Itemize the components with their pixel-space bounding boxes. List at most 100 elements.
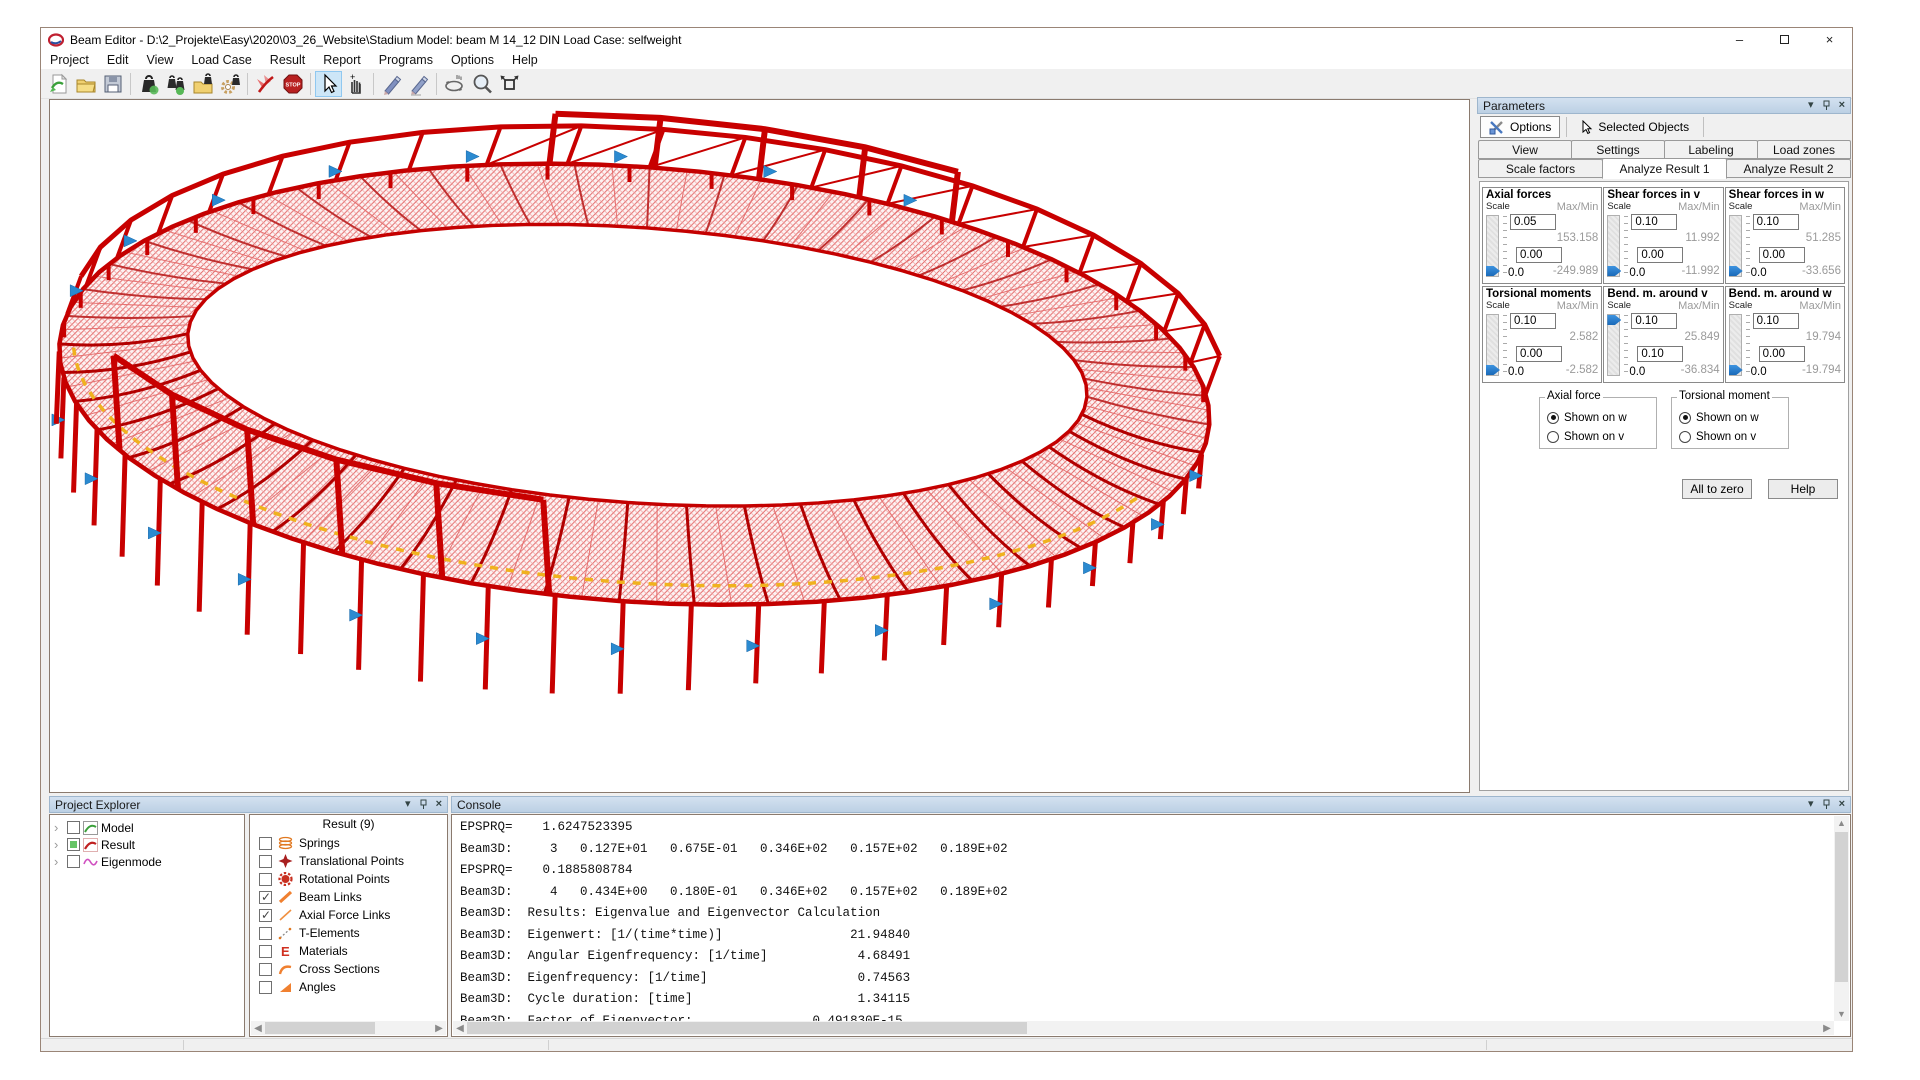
- options-button[interactable]: Options: [1480, 116, 1560, 138]
- new-model-button[interactable]: [45, 71, 72, 97]
- title-bar[interactable]: Beam Editor - D:\2_Projekte\Easy\2020\03…: [41, 28, 1852, 51]
- dropdown-icon[interactable]: ▾: [1808, 100, 1814, 111]
- scale-min-input[interactable]: [1637, 346, 1683, 362]
- parameters-title-bar[interactable]: Parameters ▾ ×: [1477, 97, 1851, 114]
- console-output[interactable]: EPSPRQ= 1.6247523395 Beam3D: 3 0.127E+01…: [451, 814, 1851, 1037]
- slider-thumb[interactable]: [1486, 365, 1500, 375]
- angles-checkbox[interactable]: [259, 981, 272, 994]
- dropdown-icon[interactable]: ▾: [405, 799, 411, 810]
- scale-min-input[interactable]: [1759, 346, 1805, 362]
- orbit-tool-button[interactable]: [441, 71, 468, 97]
- slider-thumb[interactable]: [1729, 266, 1743, 276]
- radio-icon[interactable]: [1679, 412, 1691, 424]
- close-panel-icon[interactable]: ×: [436, 799, 442, 810]
- maximize-button[interactable]: [1762, 28, 1807, 51]
- tree-item-result[interactable]: › Result: [50, 836, 244, 853]
- tab-labeling[interactable]: Labeling: [1664, 140, 1758, 159]
- list-item-translational-points[interactable]: Translational Points: [250, 852, 447, 870]
- calculate-button[interactable]: [252, 71, 279, 97]
- axial-shown-on-v[interactable]: Shown on v: [1547, 427, 1656, 446]
- scrollbar-thumb[interactable]: [265, 1022, 375, 1034]
- menu-help[interactable]: Help: [503, 51, 547, 69]
- list-item-beam-links[interactable]: Beam Links: [250, 888, 447, 906]
- scrollbar-thumb[interactable]: [1835, 832, 1848, 982]
- scale-max-input[interactable]: [1510, 214, 1556, 230]
- rotational-checkbox[interactable]: [259, 873, 272, 886]
- zoom-tool-button[interactable]: [468, 71, 495, 97]
- slider-thumb[interactable]: [1607, 266, 1621, 276]
- slider-thumb[interactable]: [1729, 365, 1743, 375]
- scale-slider[interactable]: [1607, 215, 1620, 277]
- draw-beam-button[interactable]: [378, 71, 405, 97]
- tab-analyze-result-1[interactable]: Analyze Result 1: [1602, 158, 1727, 179]
- model-checkbox[interactable]: [67, 821, 80, 834]
- pin-icon[interactable]: [1822, 100, 1831, 111]
- viewport-3d[interactable]: [49, 99, 1470, 793]
- scroll-right-icon[interactable]: ▶: [432, 1023, 446, 1034]
- scale-max-input[interactable]: [1631, 214, 1677, 230]
- tab-settings[interactable]: Settings: [1571, 140, 1665, 159]
- scale-slider[interactable]: [1486, 314, 1499, 376]
- scale-max-input[interactable]: [1631, 313, 1677, 329]
- close-panel-icon[interactable]: ×: [1839, 799, 1845, 810]
- scale-min-input[interactable]: [1516, 247, 1562, 263]
- console-vertical-scrollbar[interactable]: ▲ ▼: [1834, 816, 1849, 1021]
- springs-checkbox[interactable]: [259, 837, 272, 850]
- translational-checkbox[interactable]: [259, 855, 272, 868]
- beam-links-checkbox[interactable]: [259, 891, 272, 904]
- list-item-materials[interactable]: E Materials: [250, 942, 447, 960]
- tab-load-zones[interactable]: Load zones: [1757, 140, 1851, 159]
- torsional-shown-on-w[interactable]: Shown on w: [1679, 408, 1788, 427]
- scale-max-input[interactable]: [1753, 313, 1799, 329]
- expand-icon[interactable]: ›: [54, 820, 64, 835]
- tab-view[interactable]: View: [1478, 140, 1572, 159]
- list-item-rotational-points[interactable]: Rotational Points: [250, 870, 447, 888]
- open-load-case-button[interactable]: [189, 71, 216, 97]
- save-button[interactable]: [99, 71, 126, 97]
- axial-shown-on-w[interactable]: Shown on w: [1547, 408, 1656, 427]
- console-horizontal-scrollbar[interactable]: ◀ ▶: [453, 1021, 1834, 1035]
- menu-view[interactable]: View: [137, 51, 182, 69]
- all-to-zero-button[interactable]: All to zero: [1682, 479, 1752, 499]
- dropdown-icon[interactable]: ▾: [1808, 799, 1814, 810]
- radio-icon[interactable]: [1679, 431, 1691, 443]
- close-panel-icon[interactable]: ×: [1839, 100, 1845, 111]
- radio-icon[interactable]: [1547, 431, 1559, 443]
- fit-view-button[interactable]: [495, 71, 522, 97]
- stop-button[interactable]: STOP: [279, 71, 306, 97]
- menu-options[interactable]: Options: [442, 51, 503, 69]
- list-item-axial-force-links[interactable]: Axial Force Links: [250, 906, 447, 924]
- menu-edit[interactable]: Edit: [98, 51, 138, 69]
- scale-slider[interactable]: [1729, 215, 1742, 277]
- menu-report[interactable]: Report: [314, 51, 370, 69]
- expand-icon[interactable]: ›: [54, 837, 64, 852]
- scale-slider[interactable]: [1729, 314, 1742, 376]
- scroll-left-icon[interactable]: ◀: [251, 1023, 265, 1034]
- tree-item-eigenmode[interactable]: › Eigenmode: [50, 853, 244, 870]
- list-item-cross-sections[interactable]: Cross Sections: [250, 960, 447, 978]
- console-title-bar[interactable]: Console ▾ ×: [451, 796, 1851, 813]
- materials-checkbox[interactable]: [259, 945, 272, 958]
- draw-beam-alt-button[interactable]: [405, 71, 432, 97]
- scale-min-input[interactable]: [1759, 247, 1805, 263]
- menu-project[interactable]: Project: [41, 51, 98, 69]
- pan-tool-button[interactable]: +: [342, 71, 369, 97]
- tab-scale-factors[interactable]: Scale factors: [1478, 159, 1603, 178]
- scale-slider[interactable]: [1486, 215, 1499, 277]
- expand-icon[interactable]: ›: [54, 854, 64, 869]
- slider-thumb[interactable]: [1607, 315, 1621, 325]
- load-case-manager-button[interactable]: [162, 71, 189, 97]
- cross-sections-checkbox[interactable]: [259, 963, 272, 976]
- axial-force-links-checkbox[interactable]: [259, 909, 272, 922]
- menu-result[interactable]: Result: [261, 51, 314, 69]
- list-horizontal-scrollbar[interactable]: ◀ ▶: [251, 1021, 446, 1035]
- pin-icon[interactable]: [1822, 799, 1831, 810]
- scroll-down-icon[interactable]: ▼: [1834, 1007, 1849, 1021]
- close-button[interactable]: ×: [1807, 28, 1852, 51]
- scale-slider[interactable]: [1607, 314, 1620, 376]
- select-tool-button[interactable]: [315, 71, 342, 97]
- scroll-up-icon[interactable]: ▲: [1834, 816, 1849, 830]
- radio-icon[interactable]: [1547, 412, 1559, 424]
- list-item-angles[interactable]: Angles: [250, 978, 447, 996]
- t-elements-checkbox[interactable]: [259, 927, 272, 940]
